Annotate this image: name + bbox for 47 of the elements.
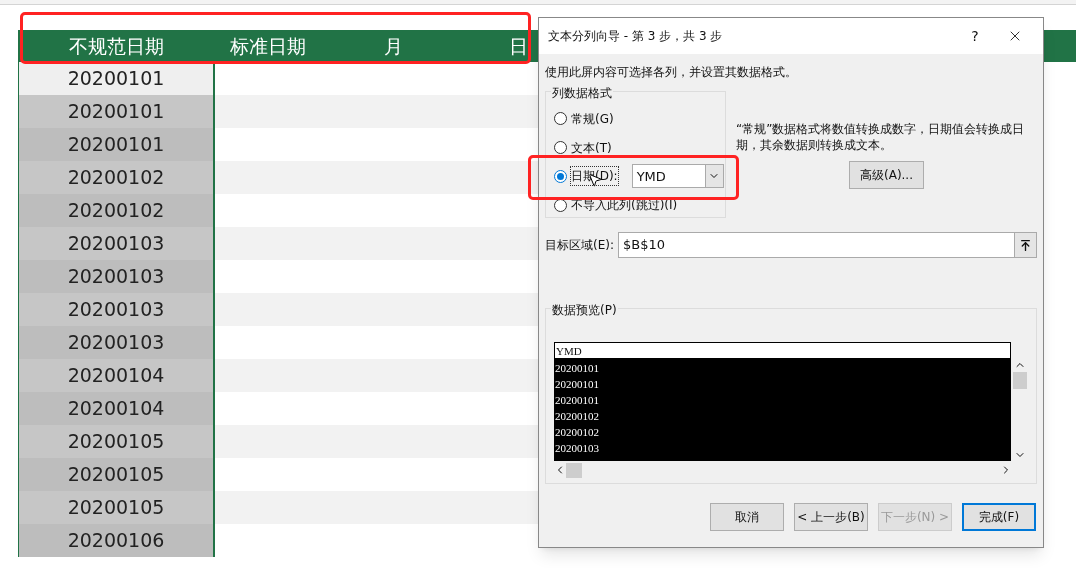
dialog-button[interactable]: 完成(F) [962, 503, 1036, 531]
note-text: “常规”数据格式将数值转换成数字，日期值会转换成日期，其余数据则转换成文本。 [736, 121, 1026, 153]
table-cell: 20200101 [18, 62, 215, 95]
column-header: 月 [382, 33, 404, 59]
window-title: 文本分列向导 - 第 3 步，共 3 步 [548, 28, 723, 45]
table-cell: 20200105 [18, 491, 215, 524]
table-cell: 20200103 [18, 326, 215, 359]
date-format-select[interactable]: YMD [631, 164, 724, 189]
table-cell: 20200103 [18, 293, 215, 326]
radio-button[interactable] [554, 141, 567, 154]
preview-row-text: 20200103 [554, 441, 600, 456]
instruction-text: 使用此屏内容可选择各列，并设置其数据格式。 [545, 64, 798, 81]
scroll-thumb[interactable] [1012, 372, 1027, 389]
table-cell: 20200105 [18, 458, 215, 491]
collapse-icon [1019, 238, 1032, 252]
radio-label[interactable]: 常规(G) [571, 109, 614, 128]
table-cell: 20200104 [18, 359, 215, 392]
radio-button[interactable] [554, 112, 567, 126]
column-header: 日 [508, 33, 529, 59]
advanced-button[interactable]: 高级(A)... [849, 161, 924, 189]
preview-header: YMD [554, 342, 1012, 359]
table-cell: 20200101 [18, 128, 215, 161]
destination-field[interactable]: $B$10 [618, 232, 1037, 258]
table-cell: 20200101 [18, 95, 215, 128]
dialog-button[interactable]: 取消 [710, 503, 784, 531]
dialog-button[interactable]: < 上一步(B) [794, 503, 868, 531]
field-label: 目标区域(E): [545, 237, 614, 254]
preview-row-text: 20200101 [554, 377, 600, 392]
radio-label[interactable]: 文本(T) [571, 138, 612, 157]
column-header: 标准日期 [229, 33, 307, 59]
table-cell: 20200106 [18, 524, 215, 557]
group-legend: 列数据格式 [551, 84, 613, 102]
radio-button[interactable] [554, 169, 567, 183]
scroll-thumb[interactable] [566, 462, 582, 478]
group-legend: 数据预览(P) [551, 301, 618, 319]
table-cell: 20200102 [18, 161, 215, 194]
column-header: 不规范日期 [68, 33, 165, 59]
preview-row-text: 20200102 [554, 409, 600, 424]
table-cell: 20200102 [18, 194, 215, 227]
table-cell: 20200103 [18, 260, 215, 293]
help-button[interactable]: ? [955, 25, 995, 47]
table-cell: 20200104 [18, 392, 215, 425]
preview-row-text: 20200101 [554, 393, 600, 408]
preview-row-text: 20200101 [554, 361, 600, 376]
preview-row-text: 20200102 [554, 425, 600, 440]
table-cell: 20200105 [18, 425, 215, 458]
table-cell: 20200103 [18, 227, 215, 260]
